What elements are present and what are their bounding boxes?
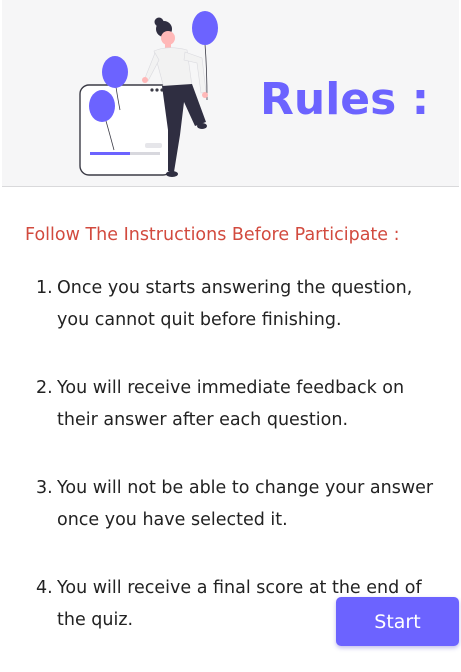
page-title: Rules : — [260, 74, 430, 125]
balloon-icon — [192, 11, 218, 45]
balloon-icon — [102, 56, 128, 88]
rule-item: 1. Once you starts answering the questio… — [36, 272, 446, 336]
rule-text: Once you starts answering the question, … — [57, 278, 413, 330]
rule-item: 2. You will receive immediate feedback o… — [36, 372, 446, 436]
rule-number: 4. — [36, 578, 53, 598]
rule-item: 3. You will not be able to change your a… — [36, 472, 446, 536]
woman-with-balloons-illustration — [79, 11, 218, 177]
rule-number: 1. — [36, 278, 53, 298]
rule-text: You will receive immediate feedback on t… — [57, 378, 405, 430]
rule-number: 3. — [36, 478, 53, 498]
balloon-icon — [89, 90, 115, 122]
rule-number: 2. — [36, 378, 53, 398]
instructions-heading: Follow The Instructions Before Participa… — [25, 225, 400, 245]
rules-card: Rules : Follow The Instructions Before P… — [0, 0, 461, 649]
rules-header: Rules : — [2, 0, 459, 187]
progress-line-icon — [90, 152, 130, 155]
rule-text: You will not be able to change your answ… — [57, 478, 434, 530]
start-button[interactable]: Start — [336, 597, 459, 646]
